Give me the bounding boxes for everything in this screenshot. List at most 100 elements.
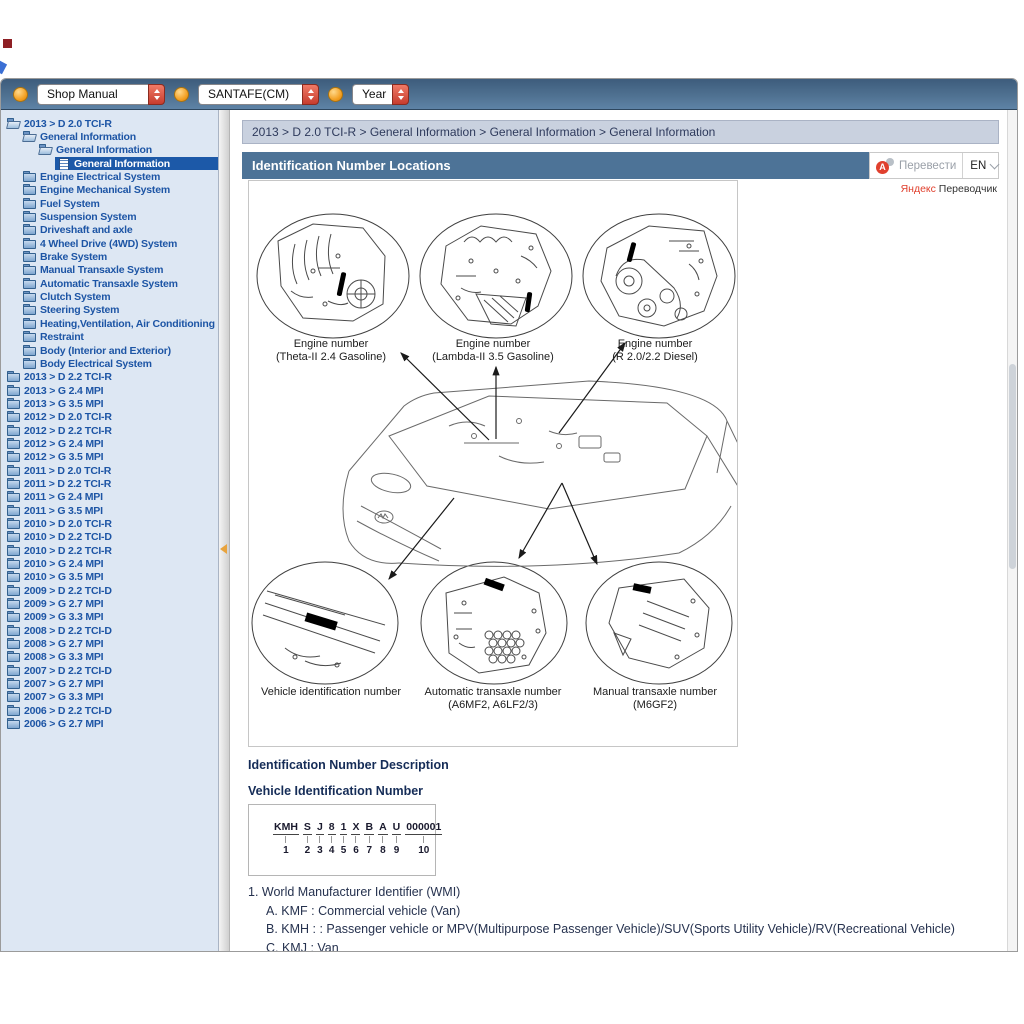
tree-item[interactable]: 2008 > G 3.3 MPI [1,651,218,664]
tree-item-label: Restraint [40,331,84,343]
folder-icon [7,586,20,596]
tree-item[interactable]: 2010 > D 2.2 TCI-D [1,531,218,544]
manual-orb-button[interactable] [13,87,28,102]
tree-item[interactable]: Automatic Transaxle System [1,277,218,290]
tree-item[interactable]: Heating,Ventilation, Air Conditioning [1,317,218,330]
tree-item[interactable]: 2012 > D 2.2 TCI-R [1,424,218,437]
folder-icon [23,239,36,249]
vin-subheading: Vehicle Identification Number [248,784,423,798]
tree-item-label: 2009 > D 2.2 TCI-D [24,585,112,597]
translate-button[interactable]: A Перевести [870,158,962,174]
tree-item[interactable]: General Information [1,144,218,157]
tree-item-label: Heating,Ventilation, Air Conditioning [40,318,215,330]
tree-item[interactable]: Body (Interior and Exterior) [1,344,218,357]
tree-item[interactable]: 2009 > G 2.7 MPI [1,597,218,610]
tree-item[interactable]: 2007 > G 2.7 MPI [1,677,218,690]
tree-item[interactable]: Manual Transaxle System [1,264,218,277]
vehicle-select[interactable]: SANTAFE(CM) [198,84,319,105]
tree-item[interactable]: 2007 > D 2.2 TCI-D [1,664,218,677]
tree-item[interactable]: Clutch System [1,290,218,303]
folder-open-icon [7,119,20,129]
folder-icon [7,599,20,609]
folder-icon [23,185,36,195]
scrollbar-thumb[interactable] [1009,364,1016,569]
vin-group: X 6 [351,821,360,856]
navigation-tree: 2013 > D 2.0 TCI-R General Information G… [1,110,219,952]
vin-tick [423,836,424,843]
sidebar-splitter[interactable] [219,110,230,952]
folder-icon [7,532,20,542]
tree-item[interactable]: 4 Wheel Drive (4WD) System [1,237,218,250]
collapse-sidebar-icon[interactable] [220,544,227,554]
tree-item[interactable]: 2012 > G 3.5 MPI [1,451,218,464]
tree-item[interactable]: 2008 > G 2.7 MPI [1,637,218,650]
wmi-item: B. KMH : : Passenger vehicle or MPV(Mult… [266,922,955,940]
tree-item[interactable]: 2010 > D 2.0 TCI-R [1,517,218,530]
folder-icon [7,572,20,582]
tree-item[interactable]: Engine Mechanical System [1,184,218,197]
tree-item[interactable]: 2006 > D 2.2 TCI-D [1,704,218,717]
tree-item[interactable]: 2013 > D 2.2 TCI-R [1,371,218,384]
tree-item[interactable]: General Information [55,157,218,170]
tree-item[interactable]: Driveshaft and axle [1,224,218,237]
language-dropdown[interactable]: EN [962,153,1005,178]
tree-item[interactable]: 2008 > D 2.2 TCI-D [1,624,218,637]
tree-item[interactable]: Suspension System [1,210,218,223]
tree-item[interactable]: 2012 > D 2.0 TCI-R [1,411,218,424]
chevron-down-icon [990,159,1000,169]
translate-button-label: Перевести [899,160,956,172]
tree-item[interactable]: 2013 > G 3.5 MPI [1,397,218,410]
tree-item[interactable]: 2010 > D 2.2 TCI-R [1,544,218,557]
content-pane: 2013 > D 2.0 TCI-R > General Information… [230,110,1007,952]
tree-item[interactable]: 2007 > G 3.3 MPI [1,691,218,704]
vehicle-select-value: SANTAFE(CM) [198,84,302,105]
tree-item[interactable]: General Information [1,130,218,143]
folder-icon [23,332,36,342]
tree-item[interactable]: 2013 > D 2.0 TCI-R [1,117,218,130]
tree-item[interactable]: 2011 > G 2.4 MPI [1,491,218,504]
folder-icon [23,279,36,289]
year-orb-button[interactable] [328,87,343,102]
tree-item[interactable]: 2013 > G 2.4 MPI [1,384,218,397]
tree-item[interactable]: Fuel System [1,197,218,210]
tree-item[interactable]: Restraint [1,331,218,344]
stepper-icon[interactable] [302,84,319,105]
tree-item[interactable]: 2006 > G 2.7 MPI [1,717,218,730]
vin-tick [331,836,332,843]
document-icon [57,159,70,169]
tree-item[interactable]: 2012 > G 2.4 MPI [1,437,218,450]
tree-item[interactable]: Steering System [1,304,218,317]
tree-item-label: 2013 > G 3.5 MPI [24,398,103,410]
year-select[interactable]: Year [352,84,409,105]
figure-label: Vehicle identification number [250,686,412,712]
translate-widget: A Перевести EN [869,152,999,179]
manual-select[interactable]: Shop Manual [37,84,165,105]
tree-item[interactable]: 2011 > D 2.0 TCI-R [1,464,218,477]
stepper-icon[interactable] [148,84,165,105]
figure-label: Automatic transaxle number(A6MF2, A6LF2/… [412,686,574,712]
tree-item-label: 2010 > G 2.4 MPI [24,558,103,570]
tree-item[interactable]: Body Electrical System [1,357,218,370]
tree-item[interactable]: 2011 > D 2.2 TCI-R [1,477,218,490]
tree-item-label: 2013 > G 2.4 MPI [24,385,103,397]
vin-group: 8 4 [328,821,336,856]
tree-item[interactable]: 2009 > G 3.3 MPI [1,611,218,624]
engine-lambda-illustration [441,226,551,326]
tree-item-label: 2006 > D 2.2 TCI-D [24,705,112,717]
tree-item[interactable]: 2010 > G 2.4 MPI [1,557,218,570]
folder-icon [23,359,36,369]
folder-icon [23,225,36,235]
folder-icon [7,452,20,462]
vin-tick [382,836,383,843]
tree-item[interactable]: 2011 > G 3.5 MPI [1,504,218,517]
vehicle-orb-button[interactable] [174,87,189,102]
engine-theta-illustration [278,224,385,321]
tree-item[interactable]: 2010 > G 3.5 MPI [1,571,218,584]
stepper-icon[interactable] [392,84,409,105]
tree-item[interactable]: Brake System [1,250,218,263]
tree-item[interactable]: Engine Electrical System [1,170,218,183]
vin-location-illustration [263,591,385,667]
tree-item-label: 2012 > D 2.2 TCI-R [24,425,112,437]
vertical-scrollbar[interactable] [1007,110,1017,952]
tree-item[interactable]: 2009 > D 2.2 TCI-D [1,584,218,597]
